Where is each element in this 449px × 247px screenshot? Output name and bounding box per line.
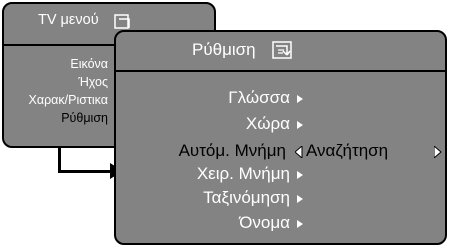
setup-item-auto-store[interactable]: Αυτόμ. Μνήμη [179,141,286,161]
cycle-right-icon[interactable] [434,146,442,158]
submenu-arrow-icon [297,171,303,179]
setup-menu-title-bar: Ρύθμιση [116,32,445,72]
setup-menu-panel: Ρύθμιση Γλώσσα Χώρα Αυτόμ. Μνήμη Αναζήτη… [114,30,447,245]
submenu-arrow-icon [297,121,303,129]
setup-item-language[interactable]: Γλώσσα [228,88,290,108]
setup-item-auto-store-value: Αναζήτηση [306,141,389,160]
tv-menu-item-features[interactable]: Χαρακ/Ριστικα [29,93,109,107]
submenu-arrow-icon [297,220,303,228]
cycle-left-icon[interactable] [295,146,303,158]
setup-item-name[interactable]: Όνομα [239,213,290,233]
setup-item-manual-store[interactable]: Χειρ. Μνήμη [197,164,290,184]
setup-menu-title: Ρύθμιση [192,40,256,59]
setup-item-sort[interactable]: Ταξινόμηση [203,188,290,208]
submenu-arrow-icon [297,95,303,103]
submenu-arrow-icon [297,195,303,203]
tv-menu-item-setup[interactable]: Ρύθμιση [61,111,108,125]
tv-menu-item-sound[interactable]: Ήχος [78,75,108,89]
tv-menu-item-picture[interactable]: Εικόνα [70,57,108,71]
setup-item-country[interactable]: Χώρα [246,114,290,134]
setup-icon [272,41,292,59]
menu-icon [114,14,130,29]
tv-menu-title: TV μενού [38,12,99,28]
